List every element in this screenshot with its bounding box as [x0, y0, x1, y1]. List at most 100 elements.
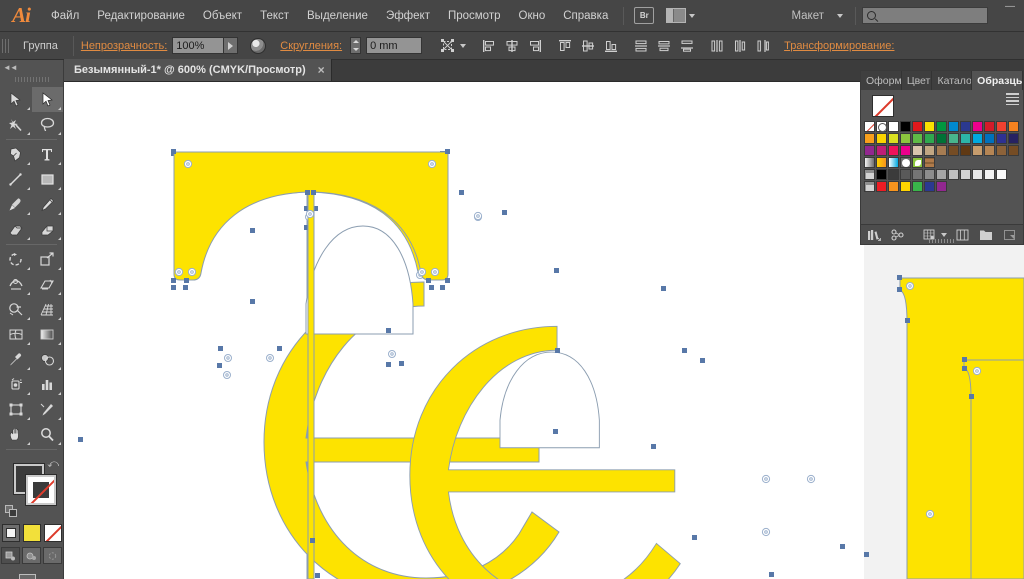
distribute-top-icon[interactable]	[630, 36, 652, 56]
eraser-tool[interactable]	[32, 217, 64, 242]
swatch-forest[interactable]	[936, 133, 947, 144]
swatch-orange[interactable]	[1008, 121, 1019, 132]
swatch-yellow[interactable]	[924, 121, 935, 132]
paintbrush-tool[interactable]	[0, 192, 32, 217]
collapse-icon[interactable]: ◄◄	[3, 63, 18, 72]
swatch-yellowgreen[interactable]	[900, 133, 911, 144]
swatch-red[interactable]	[912, 121, 923, 132]
swatch-turquoise[interactable]	[960, 133, 971, 144]
swatch-brown[interactable]	[948, 145, 959, 156]
artboard-tool[interactable]	[0, 397, 32, 422]
control-bar-grip[interactable]	[2, 35, 11, 56]
hand-tool[interactable]	[0, 422, 32, 447]
swatch-lime[interactable]	[888, 133, 899, 144]
tab-color-guide[interactable]: Катало	[932, 71, 973, 90]
distribute-left-icon[interactable]	[706, 36, 728, 56]
menu-select[interactable]: Выделение	[298, 0, 377, 32]
swatch-bright-green[interactable]	[912, 181, 923, 192]
swatch-steelblue[interactable]	[984, 133, 995, 144]
rectangle-tool[interactable]	[32, 167, 64, 192]
draw-behind-button[interactable]	[22, 547, 41, 564]
menu-object[interactable]: Объект	[194, 0, 251, 32]
menu-help[interactable]: Справка	[554, 0, 617, 32]
slice-tool[interactable]	[32, 397, 64, 422]
scale-tool[interactable]	[32, 247, 64, 272]
transform-label[interactable]: Трансформирование:	[784, 40, 894, 52]
swatch-pattern-brick[interactable]	[924, 157, 935, 168]
swatch-amber[interactable]	[864, 133, 875, 144]
swatch-gray-0[interactable]	[876, 169, 887, 180]
default-fill-stroke-icon[interactable]	[5, 505, 18, 518]
swatch-gray-20[interactable]	[900, 169, 911, 180]
swatch-gray-90[interactable]	[984, 169, 995, 180]
color-mode-button[interactable]	[1, 524, 20, 542]
menu-type[interactable]: Текст	[251, 0, 298, 32]
swatch-pink[interactable]	[888, 145, 899, 156]
anchor-point-options-icon[interactable]	[436, 36, 458, 56]
swatch-hotpink[interactable]	[900, 145, 911, 156]
corners-label[interactable]: Скругления:	[280, 40, 342, 52]
bridge-icon[interactable]: Br	[634, 7, 655, 24]
line-segment-tool[interactable]	[0, 167, 32, 192]
swatch-registration[interactable]	[876, 121, 887, 132]
rotate-tool[interactable]	[0, 247, 32, 272]
swatch-folder-brights[interactable]	[864, 181, 875, 192]
swatch-bright-yellow[interactable]	[900, 181, 911, 192]
swatch-coffee[interactable]	[996, 145, 1007, 156]
opacity-mask-icon[interactable]	[250, 37, 267, 54]
tab-swatches[interactable]: Образцы	[972, 71, 1023, 90]
swatch-teal[interactable]	[948, 133, 959, 144]
lasso-tool[interactable]	[32, 112, 64, 137]
swatch-white[interactable]	[888, 121, 899, 132]
width-tool[interactable]	[0, 272, 32, 297]
none-mode-button[interactable]	[43, 524, 62, 542]
swatch-blue[interactable]	[960, 121, 971, 132]
shape-builder-tool[interactable]	[0, 297, 32, 322]
swatch-magenta[interactable]	[972, 121, 983, 132]
tab-color[interactable]: Цвет	[902, 71, 933, 90]
type-tool[interactable]	[32, 142, 64, 167]
align-bottom-icon[interactable]	[600, 36, 622, 56]
free-transform-tool[interactable]	[32, 272, 64, 297]
opacity-value[interactable]: 100%	[172, 37, 225, 54]
minimize-button[interactable]: —	[996, 0, 1024, 14]
swatch-options-chevron-down-icon[interactable]	[940, 232, 947, 237]
swatch-gray-60[interactable]	[948, 169, 959, 180]
swatch-folder-grays[interactable]	[864, 169, 875, 180]
mesh-tool[interactable]	[0, 322, 32, 347]
corners-stepper[interactable]	[350, 37, 362, 54]
column-graph-tool[interactable]	[32, 372, 64, 397]
swatch-navy[interactable]	[996, 133, 1007, 144]
align-center-horizontal-icon[interactable]	[501, 36, 523, 56]
close-icon[interactable]: ×	[318, 63, 325, 77]
swatch-fuchsia[interactable]	[876, 145, 887, 156]
arrange-documents-button[interactable]	[666, 8, 696, 23]
swatch-libraries-icon[interactable]	[867, 227, 882, 243]
swatch-gradient-gray[interactable]	[864, 157, 875, 168]
document-tab[interactable]: Безымянный-1* @ 600% (CMYK/Просмотр) ×	[64, 59, 332, 81]
letter-partial[interactable]	[963, 359, 1024, 579]
new-swatch-icon[interactable]	[979, 227, 994, 243]
align-middle-vertical-icon[interactable]	[577, 36, 599, 56]
swatch-bright-orange[interactable]	[888, 181, 899, 192]
corners-value[interactable]: 0 mm	[366, 37, 423, 54]
blend-tool[interactable]	[32, 347, 64, 372]
delete-swatch-icon[interactable]	[1003, 227, 1018, 243]
gradient-mode-button[interactable]	[22, 524, 41, 542]
swatch-darknavy[interactable]	[1008, 133, 1019, 144]
shaper-tool[interactable]	[0, 217, 32, 242]
pen-tool[interactable]	[0, 142, 32, 167]
swatch-black[interactable]	[900, 121, 911, 132]
swatch-midgreen[interactable]	[924, 133, 935, 144]
menu-view[interactable]: Просмотр	[439, 0, 510, 32]
swatch-green[interactable]	[936, 121, 947, 132]
swatch-darkred[interactable]	[984, 121, 995, 132]
tab-appearance[interactable]: Оформ	[861, 71, 902, 90]
swatch-tan[interactable]	[924, 145, 935, 156]
align-left-icon[interactable]	[478, 36, 500, 56]
swatch-gradient-blue[interactable]	[888, 157, 899, 168]
toolbar-header[interactable]: ◄◄	[0, 60, 63, 74]
new-color-group-icon[interactable]	[956, 227, 971, 243]
swatch-pattern-circle[interactable]	[900, 157, 911, 168]
swatch-chocolate[interactable]	[1008, 145, 1019, 156]
